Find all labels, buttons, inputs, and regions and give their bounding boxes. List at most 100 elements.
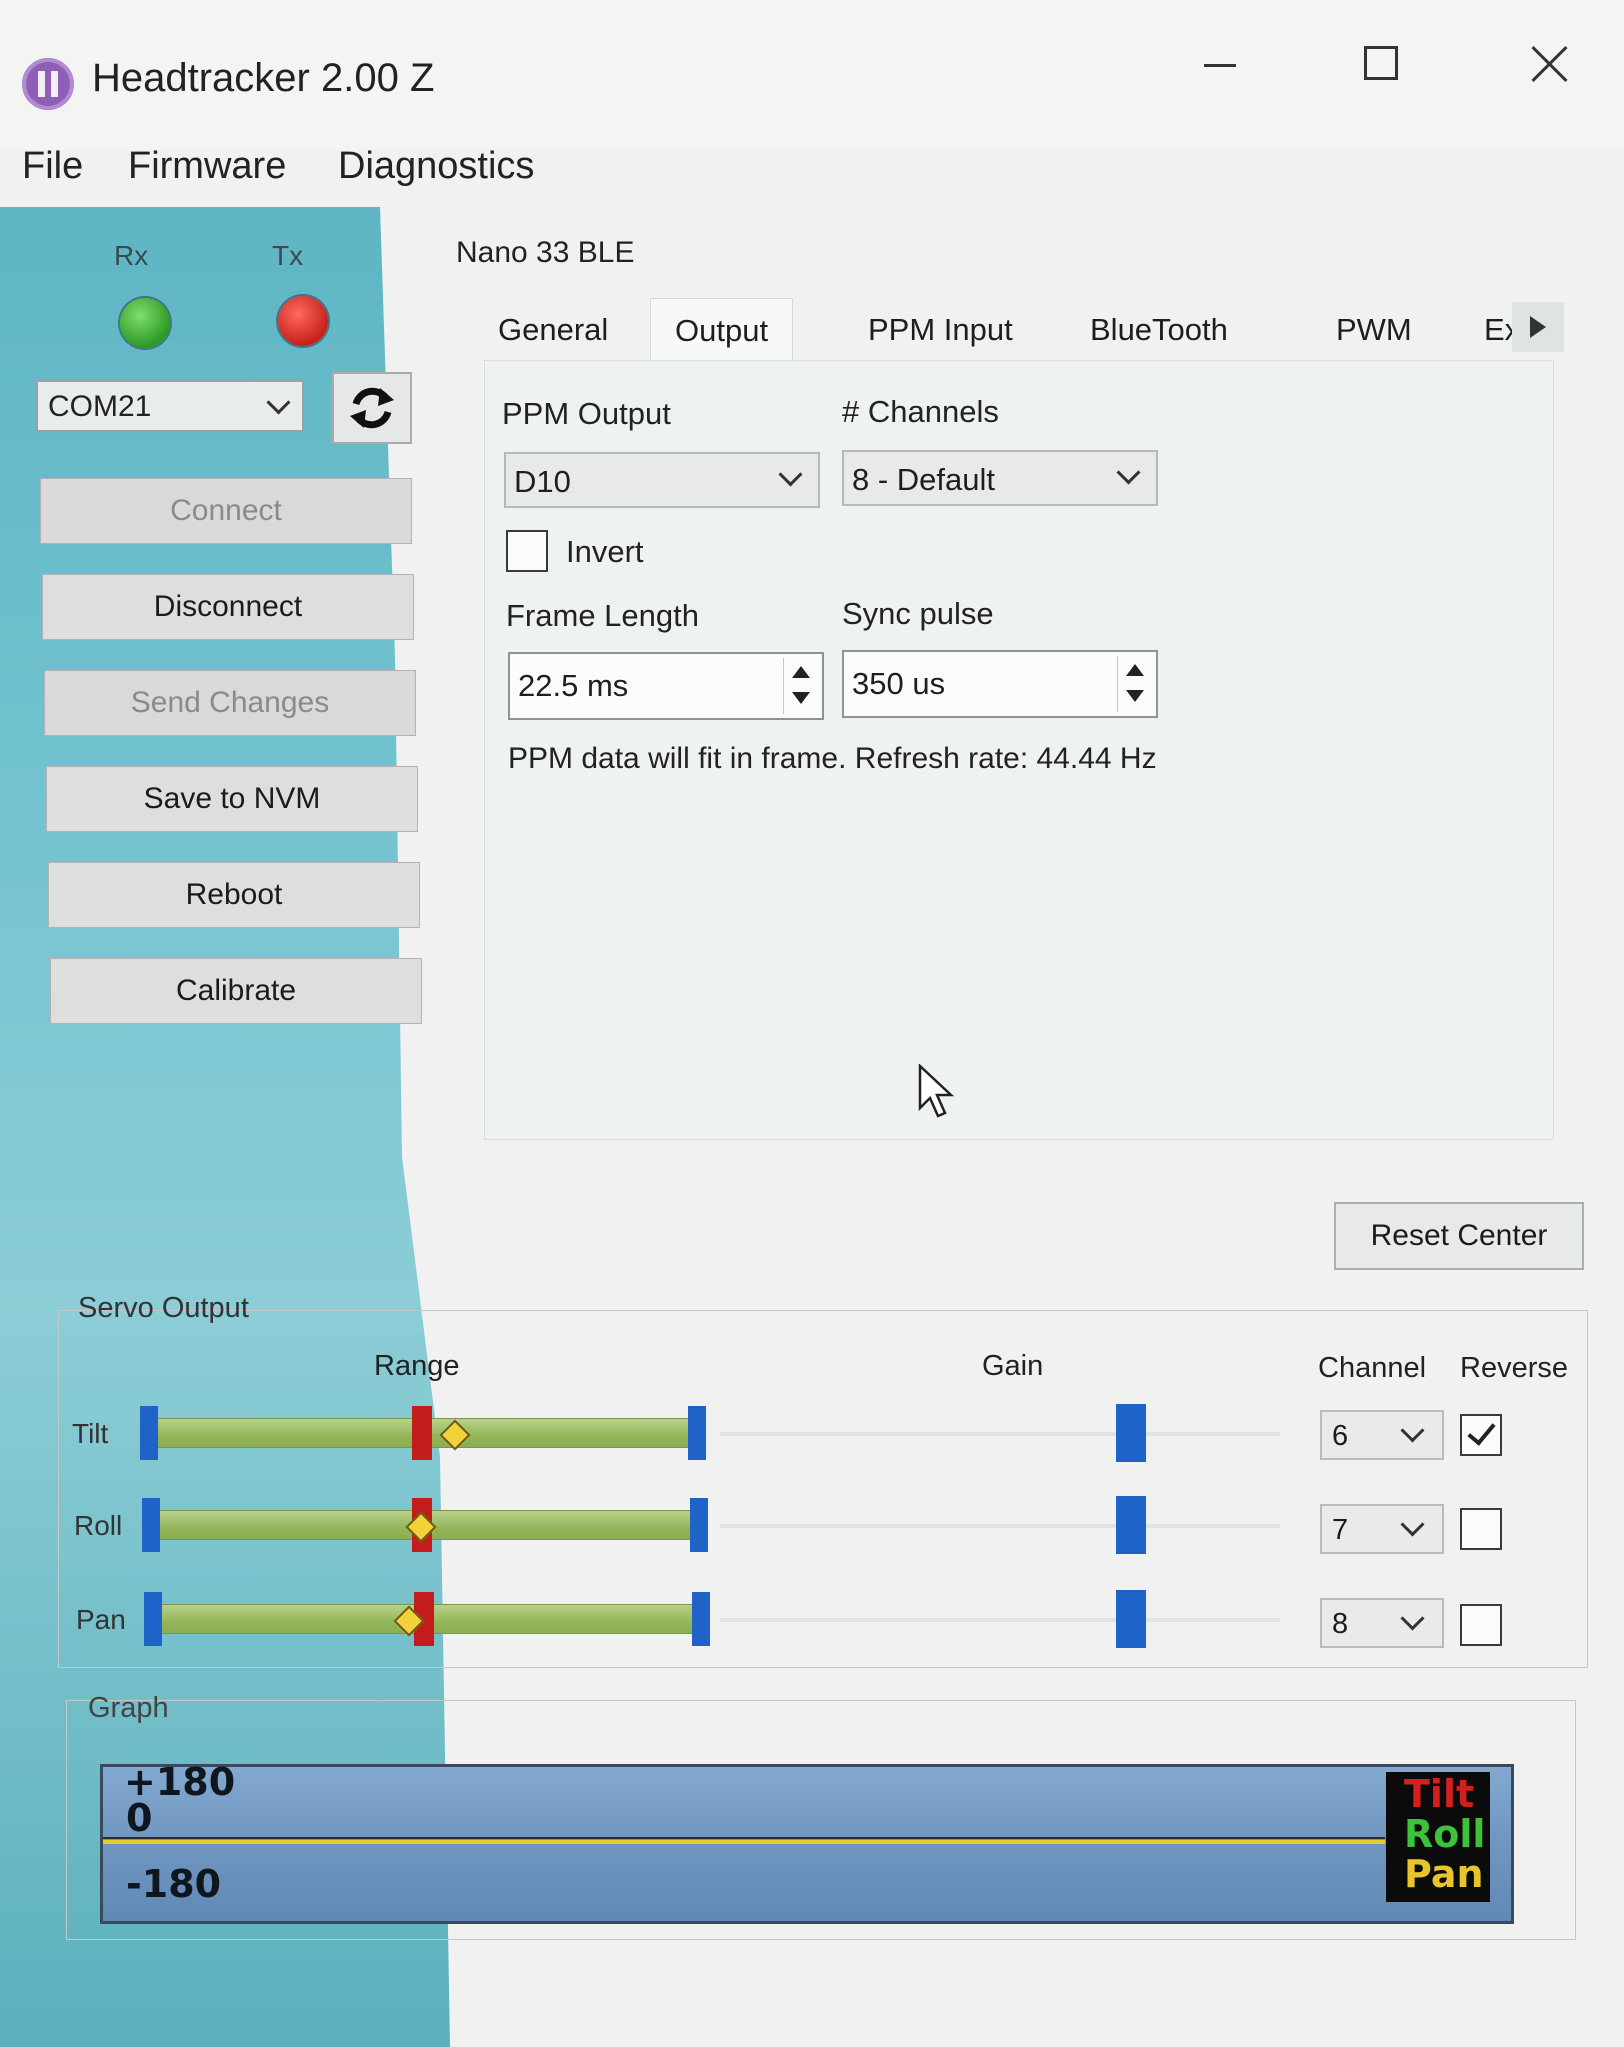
range-header: Range <box>374 1350 460 1382</box>
arrow-up-icon <box>792 666 810 678</box>
gain-header: Gain <box>982 1350 1044 1382</box>
frame-length-label: Frame Length <box>506 598 699 633</box>
ppm-output-select[interactable]: D10 <box>504 452 820 508</box>
reverse-header: Reverse <box>1460 1352 1568 1384</box>
minimize-button[interactable] <box>1200 44 1240 84</box>
menu-firmware[interactable]: Firmware <box>128 145 286 188</box>
chevron-down-icon <box>1400 1418 1425 1443</box>
ppm-output-value: D10 <box>514 464 571 499</box>
roll-label: Roll <box>74 1510 123 1541</box>
tilt-gain-track <box>720 1432 1280 1436</box>
roll-range-max-handle[interactable] <box>690 1498 708 1552</box>
pan-label: Pan <box>76 1604 126 1635</box>
sync-pulse-spinbox[interactable]: 350 us <box>842 650 1158 718</box>
tilt-range-min-handle[interactable] <box>140 1406 158 1460</box>
pan-channel-select[interactable]: 8 <box>1320 1598 1444 1648</box>
board-name-label: Nano 33 BLE <box>456 236 635 269</box>
tilt-channel-select[interactable]: 6 <box>1320 1410 1444 1460</box>
send-changes-button[interactable]: Send Changes <box>44 670 416 736</box>
tilt-gain-slider[interactable] <box>1116 1404 1146 1462</box>
roll-gain-slider[interactable] <box>1116 1496 1146 1554</box>
roll-channel-value: 7 <box>1332 1514 1349 1546</box>
channels-label: # Channels <box>842 394 999 429</box>
arrow-down-icon <box>1126 690 1144 702</box>
refresh-ports-button[interactable] <box>332 372 412 444</box>
servo-output-title: Servo Output <box>78 1292 249 1324</box>
pan-range-max-handle[interactable] <box>692 1592 710 1646</box>
tx-led-indicator <box>278 296 328 346</box>
roll-range-min-handle[interactable] <box>142 1498 160 1552</box>
chevron-down-icon <box>1116 460 1141 485</box>
chevron-down-icon <box>266 390 291 415</box>
close-button[interactable] <box>1528 42 1572 86</box>
rx-led-indicator <box>120 298 170 348</box>
tab-strip: General Output PPM Input BlueTooth PWM E… <box>474 298 1574 361</box>
tab-pwm[interactable]: PWM <box>1312 298 1436 360</box>
disconnect-button[interactable]: Disconnect <box>42 574 414 640</box>
window-title: Headtracker 2.00 Z <box>92 56 435 100</box>
chevron-down-icon <box>778 462 803 487</box>
tilt-channel-value: 6 <box>1332 1420 1349 1452</box>
reboot-button[interactable]: Reboot <box>48 862 420 928</box>
tab-bluetooth[interactable]: BlueTooth <box>1066 298 1252 360</box>
sync-pulse-value: 350 us <box>852 666 946 701</box>
graph-plot-area <box>100 1764 1514 1924</box>
channel-header: Channel <box>1318 1352 1427 1384</box>
ppm-output-label: PPM Output <box>502 396 671 431</box>
legend-roll: Roll <box>1404 1812 1486 1856</box>
calibrate-button[interactable]: Calibrate <box>50 958 422 1024</box>
connect-button[interactable]: Connect <box>40 478 412 544</box>
frame-length-value: 22.5 ms <box>518 668 629 703</box>
com-port-select[interactable]: COM21 <box>36 380 304 432</box>
refresh-icon <box>350 387 394 429</box>
headtracker-window: Headtracker 2.00 Z File Firmware Diagnos… <box>0 0 1624 2047</box>
arrow-up-icon <box>1126 664 1144 676</box>
invert-label: Invert <box>566 534 644 569</box>
pan-gain-slider[interactable] <box>1116 1590 1146 1648</box>
menu-bar: File Firmware Diagnostics <box>0 145 1624 207</box>
sync-pulse-stepper[interactable] <box>1117 656 1152 712</box>
graph-min-label: -180 <box>126 1862 222 1906</box>
pan-gain-track <box>720 1618 1280 1622</box>
pan-range-min-handle[interactable] <box>144 1592 162 1646</box>
tx-label: Tx <box>272 240 304 271</box>
frame-length-stepper[interactable] <box>783 658 818 714</box>
ppm-status-text: PPM data will fit in frame. Refresh rate… <box>508 742 1157 775</box>
channels-value: 8 - Default <box>852 462 996 497</box>
menu-file[interactable]: File <box>22 145 83 188</box>
graph-zero-line <box>103 1840 1385 1844</box>
tilt-label: Tilt <box>72 1418 109 1449</box>
rx-label: Rx <box>114 240 149 271</box>
tab-ppm-input[interactable]: PPM Input <box>844 298 1037 360</box>
maximize-button[interactable] <box>1364 46 1398 80</box>
graph-title: Graph <box>88 1692 169 1724</box>
chevron-down-icon <box>1400 1512 1425 1537</box>
mouse-cursor-icon <box>918 1064 955 1118</box>
menu-diagnostics[interactable]: Diagnostics <box>338 145 534 188</box>
pan-reverse-checkbox[interactable] <box>1460 1604 1502 1646</box>
sync-pulse-label: Sync pulse <box>842 596 994 631</box>
frame-length-spinbox[interactable]: 22.5 ms <box>508 652 824 720</box>
graph-legend: Tilt Roll Pan <box>1386 1772 1490 1902</box>
roll-reverse-checkbox[interactable] <box>1460 1508 1502 1550</box>
tab-general[interactable]: General <box>474 298 632 360</box>
tilt-center-handle[interactable] <box>412 1406 432 1460</box>
roll-channel-select[interactable]: 7 <box>1320 1504 1444 1554</box>
com-port-value: COM21 <box>48 390 152 423</box>
graph-zero-label: 0 <box>126 1796 153 1840</box>
tab-scroll-right-button[interactable] <box>1512 302 1564 352</box>
chevron-down-icon <box>1400 1606 1425 1631</box>
reset-center-button[interactable]: Reset Center <box>1334 1202 1584 1270</box>
invert-checkbox[interactable] <box>506 530 548 572</box>
tilt-reverse-checkbox[interactable] <box>1460 1414 1502 1456</box>
save-to-nvm-button[interactable]: Save to NVM <box>46 766 418 832</box>
channels-select[interactable]: 8 - Default <box>842 450 1158 506</box>
arrow-down-icon <box>792 692 810 704</box>
tilt-range-max-handle[interactable] <box>688 1406 706 1460</box>
tab-output[interactable]: Output <box>650 298 794 361</box>
pan-channel-value: 8 <box>1332 1608 1349 1640</box>
legend-pan: Pan <box>1404 1852 1484 1896</box>
app-logo-icon <box>22 58 74 110</box>
roll-gain-track <box>720 1524 1280 1528</box>
legend-tilt: Tilt <box>1404 1772 1475 1816</box>
